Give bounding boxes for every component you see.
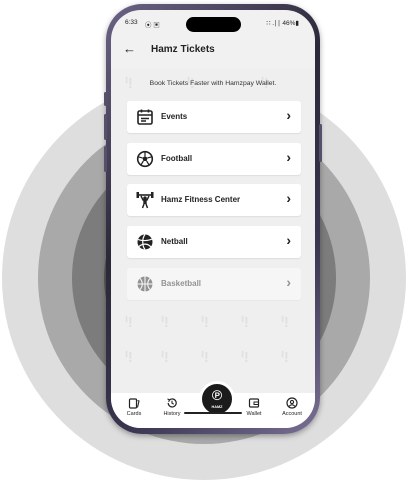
history-icon [167, 398, 177, 408]
chevron-right-icon: › [286, 190, 291, 206]
account-icon [286, 397, 298, 409]
nav-account-label: Account [282, 411, 302, 417]
watermark-logo-icon: ᑊ! [241, 314, 249, 331]
watermark-logo-icon: ᑊ! [201, 314, 209, 331]
nav-history[interactable]: History [155, 397, 189, 417]
page-title: Hamz Tickets [151, 44, 215, 55]
watermark-logo-icon: ᑊ! [161, 349, 169, 366]
hamz-logo-label: HAMZ [211, 405, 223, 409]
status-battery: ∷ .∣∣ 46%▮ [266, 20, 299, 27]
chevron-right-icon: › [286, 232, 291, 248]
category-card-basketball[interactable]: Basketball › [127, 268, 301, 300]
nav-wallet-label: Wallet [246, 411, 262, 417]
category-card-fitness-center[interactable]: Hamz Fitness Center › [127, 184, 301, 216]
watermark-logo-icon: ᑊ! [281, 314, 289, 331]
watermark-logo-icon: ᑊ! [281, 349, 289, 366]
main-content: ᑊ! ᑊ! ᑊ! ᑊ! ᑊ! ᑊ! ᑊ! ᑊ! ᑊ! ᑊ! ᑊ! ᑊ! ᑊ! B… [111, 68, 315, 393]
netball-icon [137, 234, 153, 250]
home-indicator[interactable] [184, 412, 242, 414]
watermark-logo-icon: ᑊ! [241, 349, 249, 366]
arrow-left-icon[interactable]: ← [123, 41, 136, 56]
status-notification-icons: ⦿ ▣ [145, 22, 160, 29]
phone-power-button [319, 124, 322, 162]
cards-icon [128, 398, 140, 409]
phone-side-button [104, 92, 107, 106]
watermark-logo-icon: ᑊ! [161, 314, 169, 331]
nav-wallet[interactable]: Wallet [237, 397, 271, 417]
category-label: Basketball [161, 279, 202, 288]
phone-volume-down [104, 146, 107, 172]
category-label: Football [161, 154, 193, 163]
category-label: Netball [161, 237, 188, 246]
subtitle: Book Tickets Faster with Hamzpay Wallet. [149, 80, 277, 87]
category-card-events[interactable]: Events › [127, 101, 301, 133]
status-time: 6:33 [125, 19, 138, 26]
camera-notch [186, 17, 241, 32]
category-card-football[interactable]: Football › [127, 143, 301, 175]
chevron-right-icon: › [286, 107, 291, 123]
phone-volume-up [104, 114, 107, 140]
category-label: Events [161, 112, 188, 121]
watermark-logo-icon: ᑊ! [201, 349, 209, 366]
hamz-logo-icon: ℗ [211, 387, 223, 403]
app-bar: ← Hamz Tickets [111, 34, 315, 68]
wallet-icon [248, 398, 260, 408]
nav-cards[interactable]: Cards [117, 397, 151, 417]
calendar-icon [137, 109, 153, 125]
bottom-navigation: Cards History ℗ HAMZ Wallet Account [111, 381, 315, 428]
watermark-logo-icon: ᑊ! [125, 349, 133, 366]
nav-account[interactable]: Account [275, 397, 309, 417]
weightlifter-icon [136, 192, 154, 209]
nav-cards-label: Cards [126, 411, 142, 417]
chevron-right-icon: › [286, 274, 291, 290]
phone-screen: 6:33 ⦿ ▣ ∷ .∣∣ 46%▮ ← Hamz Tickets ᑊ! ᑊ!… [111, 10, 315, 428]
chevron-right-icon: › [286, 149, 291, 165]
category-label: Hamz Fitness Center [161, 195, 241, 204]
category-card-netball[interactable]: Netball › [127, 226, 301, 258]
basketball-icon [137, 276, 153, 292]
football-icon [136, 150, 154, 168]
watermark-logo-icon: ᑊ! [125, 314, 133, 331]
